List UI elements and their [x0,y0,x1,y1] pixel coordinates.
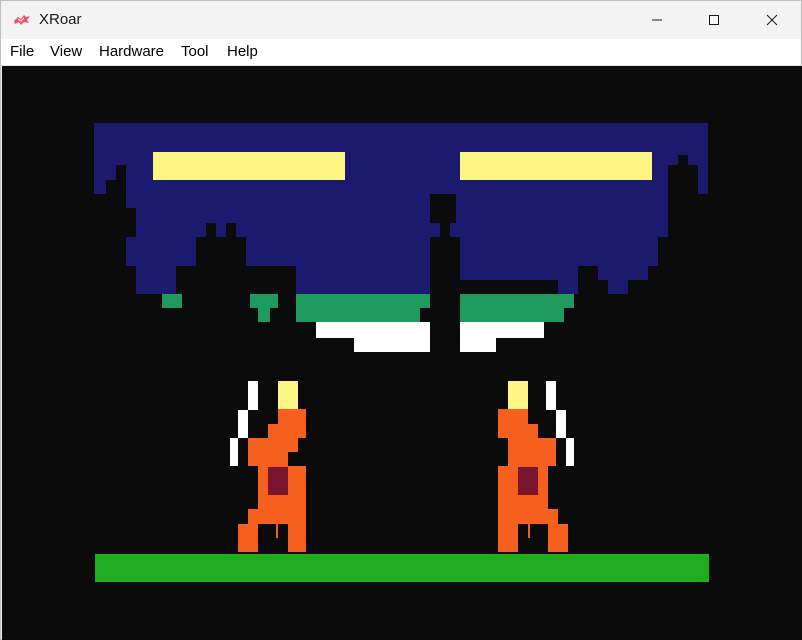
ground-platform [95,554,709,582]
xroar-dragon-icon [14,15,30,25]
menu-help[interactable]: Help [227,43,258,60]
emulator-screen[interactable] [2,66,802,640]
belt-right [518,467,538,495]
ceiling-light-left [153,152,345,180]
belt-left [268,467,288,495]
menu-bar: File View Hardware Tool Help [1,39,801,66]
ceiling-light-right [460,152,652,180]
menu-view[interactable]: View [50,43,82,60]
hair-right [508,381,528,409]
window-title: XRoar [39,11,82,28]
xroar-window: XRoar File View Hardware Tool Help [0,0,802,640]
close-icon [766,14,778,26]
hair-left [278,381,298,409]
game-scene [2,66,802,640]
maximize-icon [709,15,719,25]
menu-hardware[interactable]: Hardware [99,43,164,60]
maximize-button[interactable] [685,1,743,39]
minimize-icon [652,19,662,21]
menu-file[interactable]: File [10,43,34,60]
close-button[interactable] [743,1,801,39]
minimize-button[interactable] [628,1,686,39]
menu-tool[interactable]: Tool [181,43,209,60]
title-bar[interactable]: XRoar [1,1,801,39]
